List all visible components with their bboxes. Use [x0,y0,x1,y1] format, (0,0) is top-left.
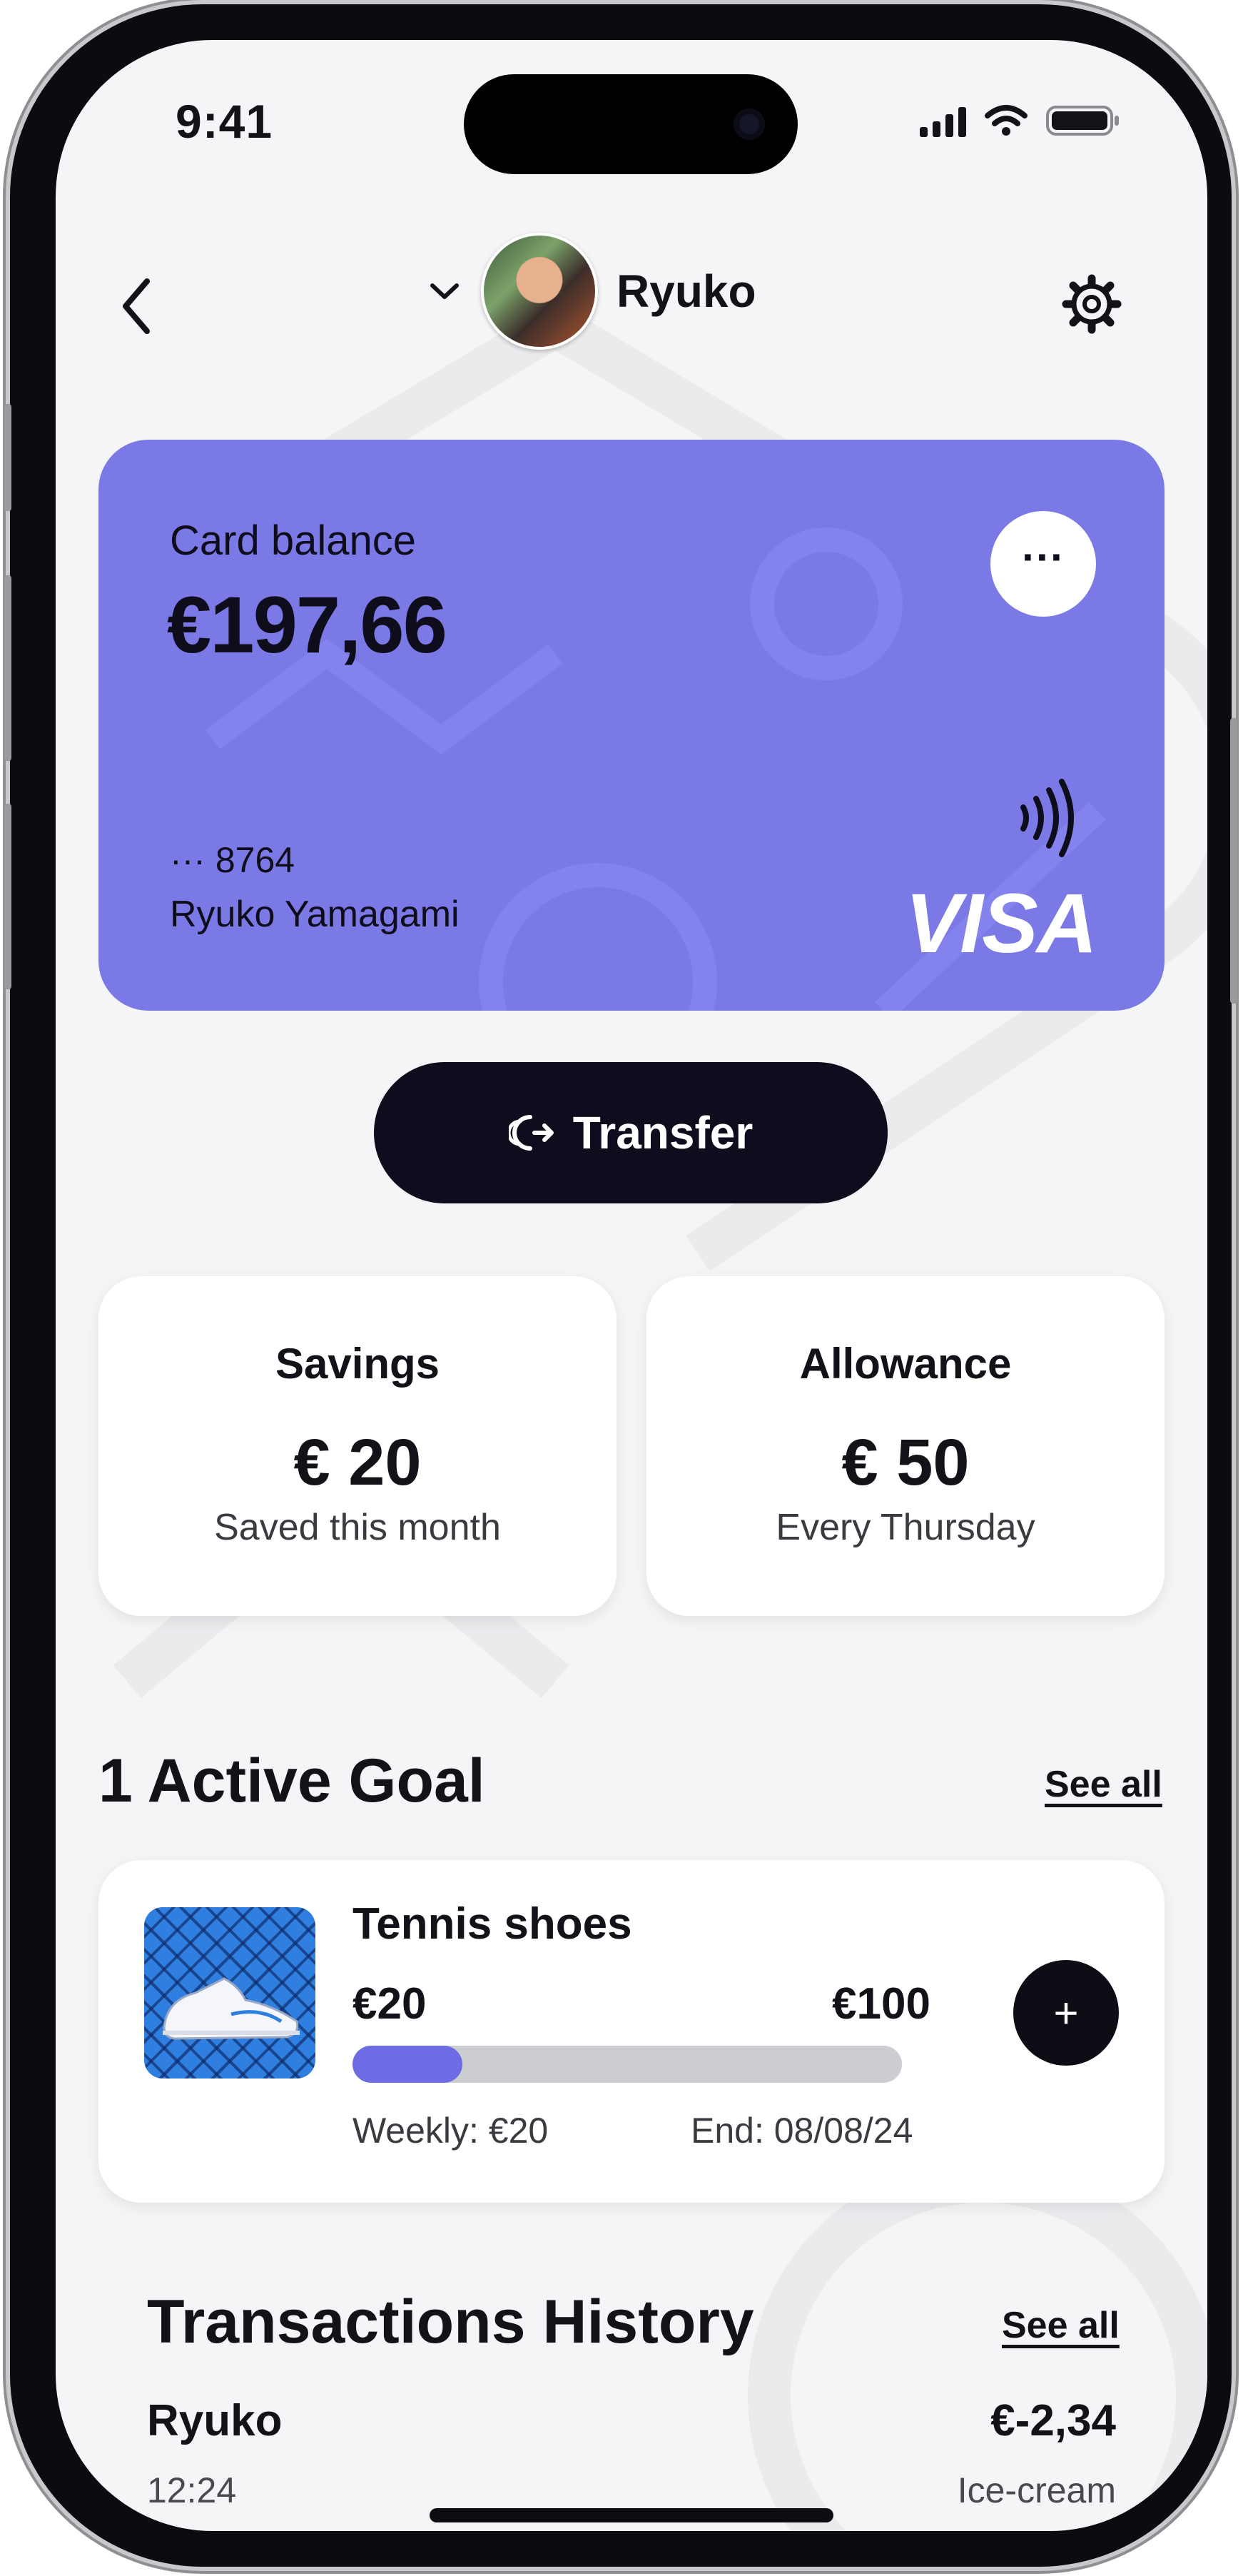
transaction-description: Ice-cream [957,2470,1116,2510]
signal-icon [920,106,966,137]
transaction-time: 12:24 [147,2470,237,2510]
power-button [1230,718,1237,1004]
visa-logo: VISA [905,877,1097,971]
dynamic-island [464,74,798,174]
transfer-button[interactable]: Transfer [374,1062,888,1203]
app-header: Ryuko [56,233,1207,354]
transactions-heading: Transactions History [147,2288,754,2356]
transfer-label: Transfer [572,1107,754,1158]
chevron-down-icon[interactable] [427,277,462,305]
plus-icon: + [1053,1989,1079,2037]
contactless-icon [1020,779,1074,857]
goal-end-date: End: 08/08/24 [691,2111,913,2151]
wifi-icon [985,105,1028,136]
goal-name: Tennis shoes [352,1899,632,1949]
transaction-amount: €-2,34 [990,2396,1116,2445]
silent-switch [4,404,11,511]
goal-weekly: Weekly: €20 [352,2111,549,2151]
savings-title: Savings [275,1340,440,1388]
card-number: ··· 8764 [170,840,295,880]
goal-progress-fill [352,2046,462,2083]
profile-switcher[interactable]: Ryuko [427,233,756,350]
status-icons [920,104,1122,137]
transaction-name: Ryuko [147,2396,283,2445]
card-more-button[interactable]: ··· [990,511,1096,617]
balance-amount: €197,66 [167,580,447,670]
balance-label: Card balance [170,517,416,564]
profile-name: Ryuko [617,266,756,317]
goal-progress-bar [352,2046,902,2083]
allowance-card[interactable]: Allowance € 50 Every Thursday [646,1276,1165,1616]
goal-card[interactable]: Tennis shoes €20 €100 Weekly: €20 End: 0… [98,1860,1165,2203]
volume-up-button [4,575,11,761]
allowance-caption: Every Thursday [776,1507,1035,1548]
goal-current: €20 [352,1979,427,2029]
status-time: 9:41 [176,95,273,148]
savings-caption: Saved this month [214,1507,501,1548]
balance-card[interactable]: Card balance €197,66 ··· ··· 8764 Ryuko … [98,440,1165,1011]
phone-frame: 9:41 Ryuko Card balance €197,66 ··· ··· … [4,4,1237,2567]
volume-down-button [4,804,11,989]
transfer-icon [508,1115,554,1151]
allowance-value: € 50 [841,1426,970,1499]
gear-icon[interactable] [1062,274,1122,334]
savings-card[interactable]: Savings € 20 Saved this month [98,1276,617,1616]
avatar[interactable] [481,233,598,350]
savings-value: € 20 [293,1426,422,1499]
transactions-see-all-link[interactable]: See all [1002,2304,1120,2347]
app-screen: 9:41 Ryuko Card balance €197,66 ··· ··· … [56,40,1207,2531]
card-holder: Ryuko Yamagami [170,894,460,935]
goal-image [144,1907,315,2079]
camera-icon [734,108,765,140]
goals-heading: 1 Active Goal [98,1747,485,1815]
add-to-goal-button[interactable]: + [1013,1960,1119,2066]
goal-target: €100 [832,1979,930,2029]
shoe-icon [163,1977,300,2040]
allowance-title: Allowance [799,1340,1012,1388]
back-button[interactable] [116,274,158,338]
goals-see-all-link[interactable]: See all [1045,1763,1162,1806]
home-indicator[interactable] [430,2508,833,2522]
battery-icon [1046,106,1119,136]
